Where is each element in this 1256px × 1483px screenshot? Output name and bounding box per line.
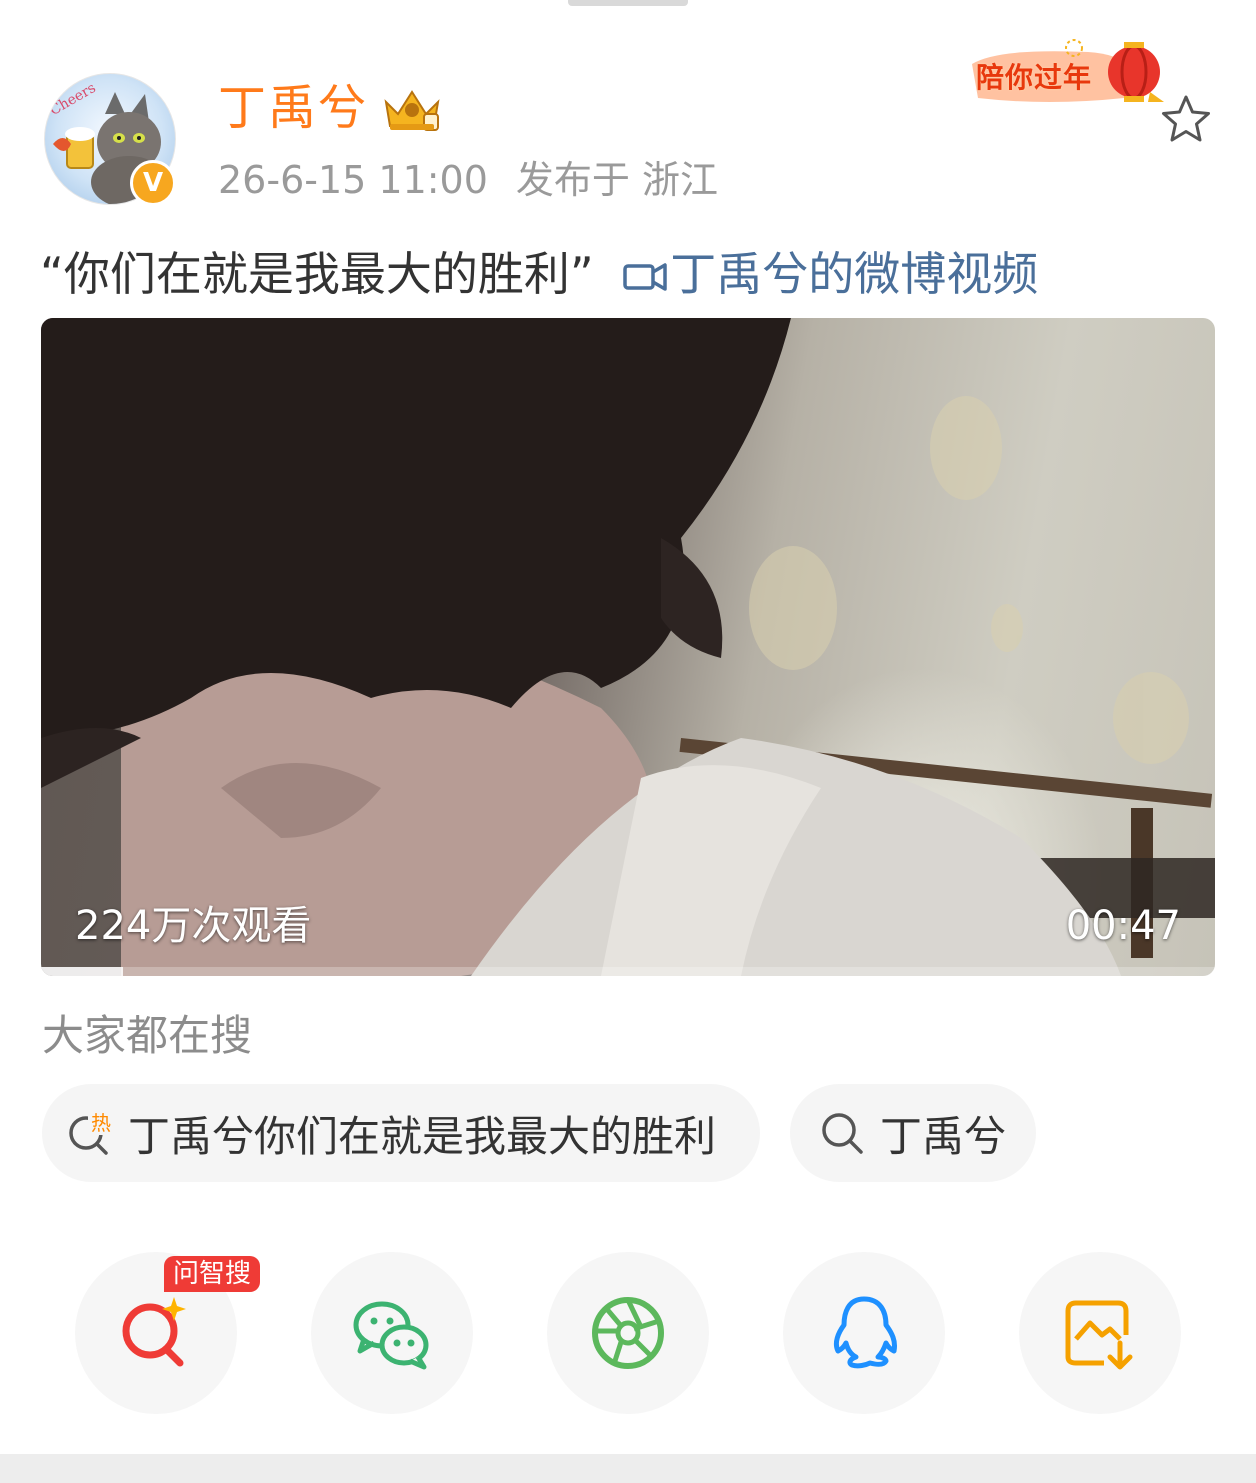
favorite-star-icon[interactable]	[1158, 92, 1214, 148]
bottom-divider	[0, 1454, 1256, 1483]
video-duration: 00:47	[1065, 903, 1181, 949]
moments-icon	[592, 1297, 664, 1369]
save-image-icon	[1065, 1300, 1133, 1370]
video-progress-bar[interactable]	[41, 967, 1215, 976]
ai-search-icon	[122, 1297, 186, 1367]
post-quote: “你们在就是我最大的胜利”	[40, 247, 594, 301]
video-view-count: 224万次观看	[75, 903, 312, 949]
video-player[interactable]: 224万次观看 00:47	[41, 318, 1215, 976]
crown-icon	[384, 90, 440, 131]
video-link[interactable]: 丁禹兮的微博视频	[670, 247, 1038, 301]
sheet-grabber[interactable]	[568, 0, 688, 6]
post-meta: 26-6-15 11:00 发布于 浙江	[218, 154, 718, 206]
share-qq-button[interactable]	[783, 1252, 945, 1414]
svg-text:Cheers: Cheers	[47, 80, 98, 119]
search-chip-label: 丁禹兮你们在就是我最大的胜利	[128, 1111, 717, 1161]
search-chip[interactable]: 丁禹兮	[790, 1084, 1036, 1182]
share-save-image-button[interactable]	[1019, 1252, 1181, 1414]
qq-icon	[833, 1296, 897, 1369]
post-location: 发布于 浙江	[515, 158, 718, 202]
verified-badge-icon: V	[130, 160, 176, 206]
search-chip-hot[interactable]: 热 丁禹兮你们在就是我最大的胜利	[42, 1084, 760, 1182]
festival-banner-label: 陪你过年	[976, 61, 1093, 94]
video-thumbnail	[41, 318, 1215, 976]
video-progress-fill	[41, 967, 124, 976]
post-text: “你们在就是我最大的胜利” 丁禹兮的微博视频	[40, 242, 1038, 306]
search-icon	[822, 1113, 863, 1154]
share-moments-button[interactable]	[547, 1252, 709, 1414]
ai-search-tag: 问智搜	[164, 1256, 260, 1292]
username[interactable]: 丁禹兮	[218, 76, 368, 140]
wechat-icon	[353, 1301, 429, 1370]
trending-search-title: 大家都在搜	[42, 1011, 253, 1060]
hot-label: 热	[91, 1111, 111, 1135]
search-chip-label: 丁禹兮	[880, 1111, 1007, 1161]
hot-search-icon: 热	[69, 1109, 114, 1155]
video-camera-icon	[623, 263, 668, 291]
post-date: 26-6-15 11:00	[218, 158, 488, 202]
share-wechat-button[interactable]	[311, 1252, 473, 1414]
